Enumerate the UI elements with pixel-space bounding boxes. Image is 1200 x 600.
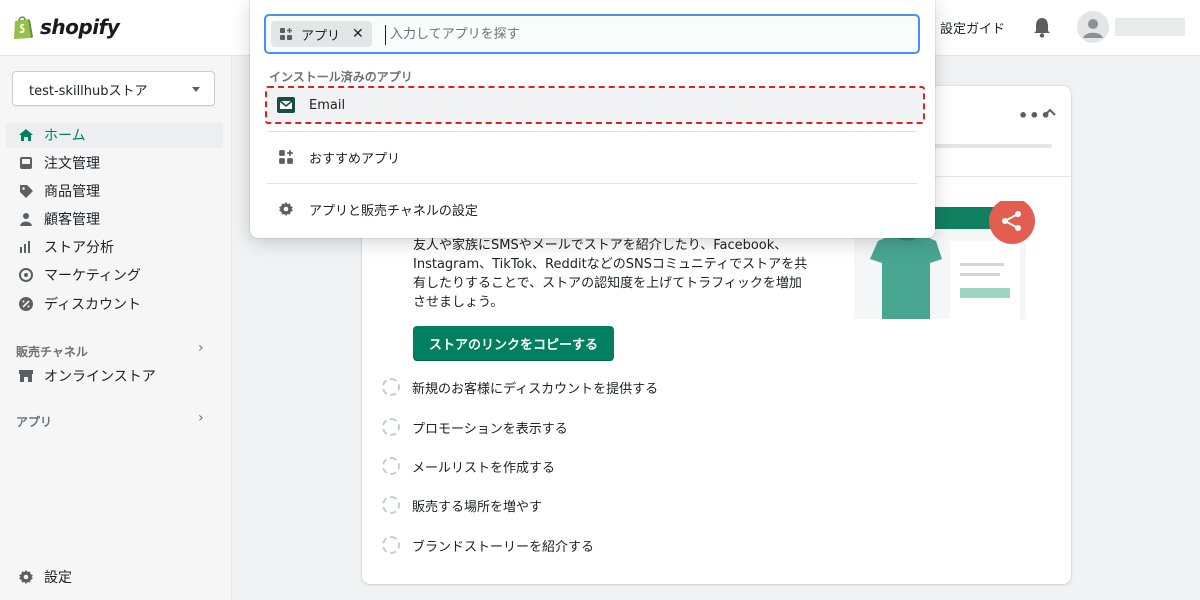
incomplete-circle-icon <box>382 457 400 475</box>
inbox-icon <box>18 155 34 171</box>
incomplete-circle-icon <box>382 536 400 554</box>
item-label: おすすめアプリ <box>309 151 401 167</box>
search-box[interactable]: アプリ ✕ <box>264 14 920 54</box>
nav-discounts[interactable]: ディスカウント <box>6 291 223 317</box>
person-icon <box>18 211 34 227</box>
store-selector[interactable]: test-skillhubストア <box>12 71 215 106</box>
nav-home[interactable]: ホーム <box>6 122 223 148</box>
nav-label: ホーム <box>44 128 86 144</box>
apps-grid-icon <box>280 28 292 40</box>
incomplete-circle-icon <box>382 378 400 396</box>
logo-text: shopify <box>40 15 120 39</box>
apps-label: アプリ <box>16 415 53 429</box>
nav-settings[interactable]: 設定 <box>6 564 72 590</box>
tag-icon <box>18 183 34 199</box>
nav-label: ストア分析 <box>44 240 114 256</box>
card-description: 友人や家族にSMSやメールでストアを紹介したり、Facebook、Instagr… <box>413 238 808 310</box>
setup-guide-link[interactable]: 設定ガイド <box>940 18 1005 37</box>
shopify-logo[interactable]: shopify <box>12 14 120 40</box>
task-label: メールリストを作成する <box>412 460 556 476</box>
nav-products[interactable]: 商品管理 <box>6 178 223 204</box>
nav-label: ディスカウント <box>44 297 142 313</box>
sidebar: test-skillhubストア ホーム 注文管理 商品管理 顧客管理 ストア分… <box>0 56 232 600</box>
chip-label: アプリ <box>301 28 341 44</box>
installed-apps-heading: インストール済みのアプリ <box>269 70 413 84</box>
chevron-up-icon[interactable] <box>1043 106 1057 120</box>
task-label: 新規のお客様にディスカウントを提供する <box>412 381 659 397</box>
bar-chart-icon <box>18 239 34 255</box>
search-popover: アプリ ✕ インストール済みのアプリ Email おすすめアプリ アプリと販売チ… <box>250 0 935 238</box>
nav-label: 商品管理 <box>44 184 100 200</box>
nav-marketing[interactable]: マーケティング <box>6 262 223 288</box>
task-label: プロモーションを表示する <box>412 421 568 437</box>
user-name-redacted[interactable] <box>1115 18 1185 36</box>
divider <box>267 131 917 132</box>
search-input[interactable] <box>390 20 910 48</box>
task-item[interactable]: プロモーションを表示する <box>382 416 568 438</box>
email-app-icon <box>277 96 295 114</box>
item-label: Email <box>309 97 346 113</box>
nav-customers[interactable]: 顧客管理 <box>6 206 223 232</box>
sales-channels-label: 販売チャネル <box>16 345 88 359</box>
task-item[interactable]: メールリストを作成する <box>382 455 555 477</box>
user-icon <box>1083 19 1103 38</box>
filter-chip[interactable]: アプリ ✕ <box>271 21 372 47</box>
recommended-apps-item[interactable]: おすすめアプリ <box>266 139 924 175</box>
gear-icon <box>18 569 34 585</box>
nav-label: 設定 <box>44 570 72 586</box>
incomplete-circle-icon <box>382 496 400 514</box>
task-item[interactable]: 販売する場所を増やす <box>382 494 542 516</box>
store-name: test-skillhubストア <box>29 84 148 99</box>
apps-grid-icon <box>277 148 295 166</box>
app-channel-settings-item[interactable]: アプリと販売チャネルの設定 <box>266 191 924 227</box>
email-app-item[interactable]: Email <box>265 86 925 124</box>
close-icon[interactable]: ✕ <box>352 26 364 42</box>
home-icon <box>18 127 34 143</box>
avatar[interactable] <box>1077 11 1109 43</box>
copy-store-link-button[interactable]: ストアのリンクをコピーする <box>413 326 615 361</box>
incomplete-circle-icon <box>382 418 400 436</box>
discount-icon <box>18 296 34 312</box>
nav-label: オンラインストア <box>44 369 156 385</box>
shopify-bag-icon <box>14 16 33 39</box>
divider <box>267 183 917 184</box>
target-icon <box>18 267 34 283</box>
store-icon <box>18 368 34 384</box>
nav-label: 顧客管理 <box>44 212 100 228</box>
nav-label: 注文管理 <box>44 156 100 172</box>
gear-icon <box>277 200 295 218</box>
chevron-right-icon[interactable]: › <box>198 410 204 426</box>
nav-online-store[interactable]: オンラインストア <box>6 363 223 389</box>
text-cursor <box>385 25 386 45</box>
task-label: ブランドストーリーを紹介する <box>412 539 595 555</box>
bell-icon[interactable] <box>1031 15 1053 39</box>
task-label: 販売する場所を増やす <box>412 499 543 515</box>
nav-orders[interactable]: 注文管理 <box>6 150 223 176</box>
item-label: アプリと販売チャネルの設定 <box>309 203 478 219</box>
nav-analytics[interactable]: ストア分析 <box>6 234 223 260</box>
nav-label: マーケティング <box>44 268 141 284</box>
caret-down-icon <box>192 87 200 92</box>
task-item[interactable]: 新規のお客様にディスカウントを提供する <box>382 376 658 398</box>
task-item[interactable]: ブランドストーリーを紹介する <box>382 534 594 556</box>
chevron-right-icon[interactable]: › <box>198 340 204 356</box>
